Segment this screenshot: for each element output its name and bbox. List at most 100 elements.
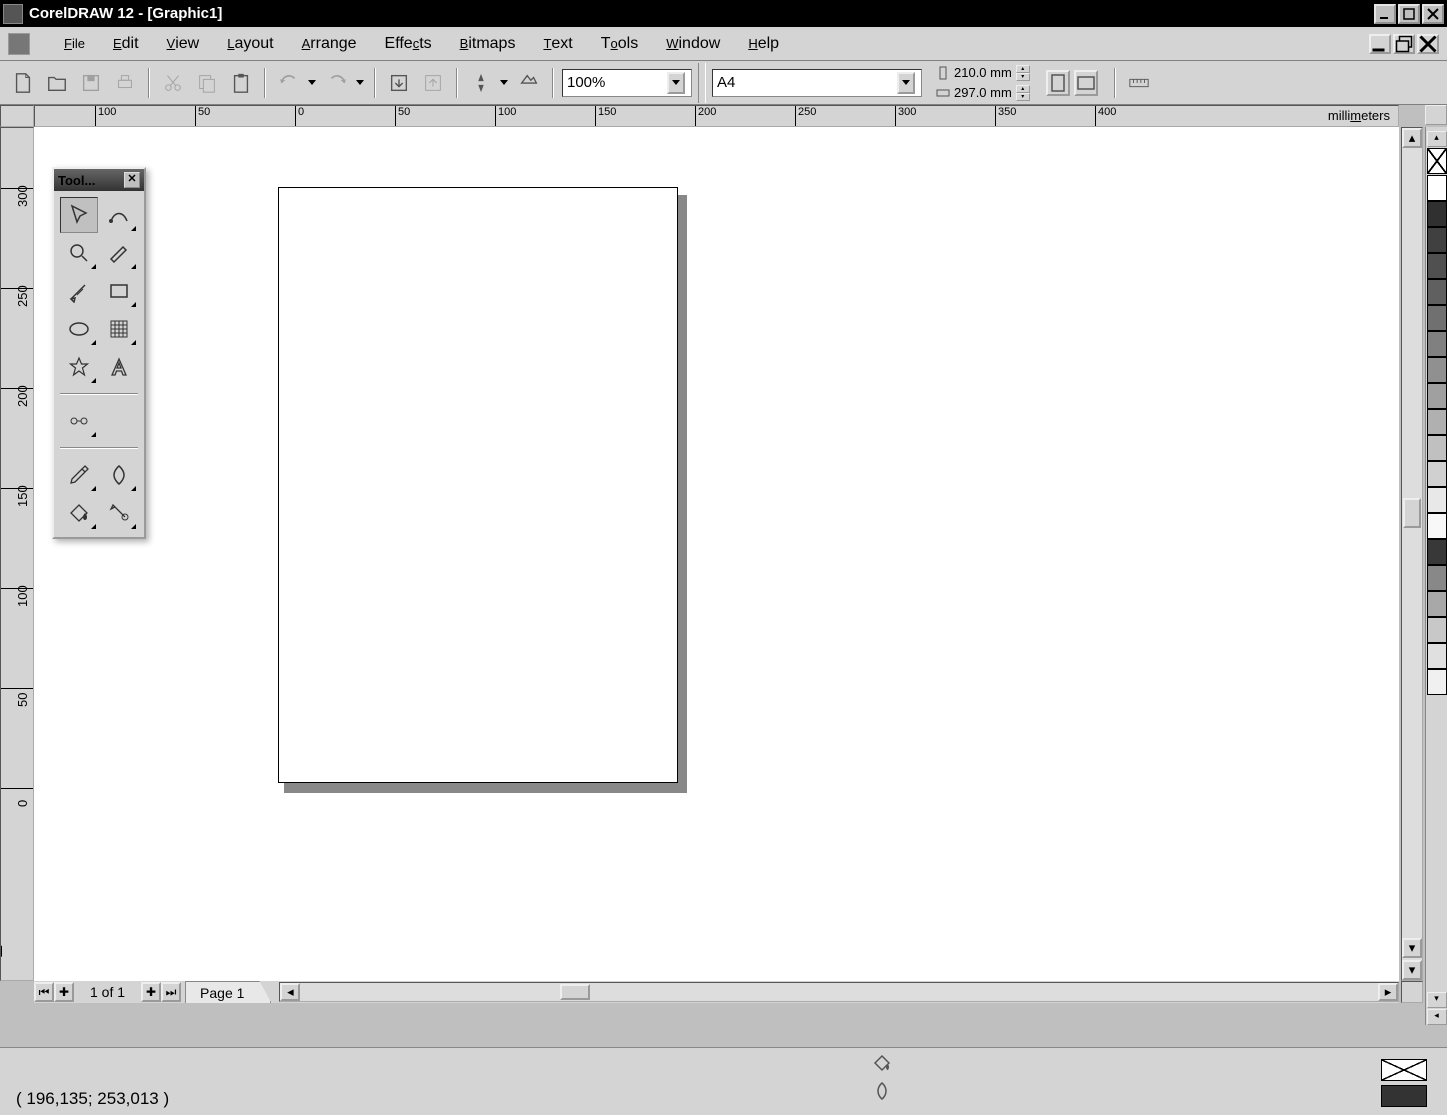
color-swatch[interactable]	[1427, 279, 1447, 305]
menu-arrange[interactable]: Arrange	[288, 31, 371, 57]
undo-dropdown[interactable]	[308, 80, 318, 85]
open-button[interactable]	[42, 68, 72, 98]
undo-button[interactable]	[274, 68, 304, 98]
color-swatch[interactable]	[1427, 305, 1447, 331]
color-swatch[interactable]	[1427, 669, 1447, 695]
mdi-minimize-button[interactable]	[1369, 34, 1391, 54]
color-swatch[interactable]	[1427, 539, 1447, 565]
app-launcher-button[interactable]	[466, 68, 496, 98]
scroll-down-button[interactable]: ▾	[1402, 938, 1422, 958]
color-swatch[interactable]	[1427, 383, 1447, 409]
color-swatch[interactable]	[1427, 591, 1447, 617]
color-swatch[interactable]	[1427, 331, 1447, 357]
scroll-right-button[interactable]: ▸	[1378, 983, 1398, 1001]
first-page-button[interactable]: ⏮	[34, 982, 54, 1002]
scroll-left-button[interactable]: ◂	[280, 983, 300, 1001]
horizontal-ruler[interactable]: 10050050100150200250300350400 millimeter…	[34, 105, 1399, 127]
hscroll-thumb[interactable]	[560, 984, 590, 1000]
save-button[interactable]	[76, 68, 106, 98]
palette-scroll-up[interactable]: ▴	[1427, 131, 1447, 147]
paste-button[interactable]	[226, 68, 256, 98]
color-swatch[interactable]	[1427, 435, 1447, 461]
zoom-combo[interactable]	[562, 69, 692, 97]
app-launcher-dropdown[interactable]	[500, 80, 510, 85]
redo-dropdown[interactable]	[356, 80, 366, 85]
shape-tool[interactable]	[100, 197, 138, 233]
ellipse-tool[interactable]	[60, 311, 98, 347]
portrait-button[interactable]	[1046, 70, 1070, 96]
mdi-close-button[interactable]	[1417, 34, 1439, 54]
toolbox-palette[interactable]: Tool... ✕	[52, 167, 146, 539]
interactive-blend-tool[interactable]	[60, 403, 98, 439]
new-button[interactable]	[8, 68, 38, 98]
color-swatch[interactable]	[1427, 175, 1447, 201]
freehand-tool[interactable]	[100, 235, 138, 271]
import-button[interactable]	[384, 68, 414, 98]
print-button[interactable]	[110, 68, 140, 98]
color-swatch[interactable]	[1427, 227, 1447, 253]
palette-dock-button[interactable]	[1425, 105, 1447, 125]
landscape-button[interactable]	[1074, 70, 1098, 96]
vertical-scrollbar[interactable]: ▴ ▾ ▾	[1401, 127, 1423, 981]
no-color-swatch[interactable]	[1427, 148, 1447, 174]
zoom-dropdown-button[interactable]	[667, 72, 685, 94]
copy-button[interactable]	[192, 68, 222, 98]
corel-online-button[interactable]	[514, 68, 544, 98]
ruler-origin[interactable]	[0, 105, 34, 127]
menu-layout[interactable]: Layout	[213, 31, 287, 57]
basic-shapes-tool[interactable]	[60, 349, 98, 385]
color-swatch[interactable]	[1427, 643, 1447, 669]
color-swatch[interactable]	[1427, 201, 1447, 227]
menu-window[interactable]: Window	[652, 31, 734, 57]
outline-tool[interactable]	[100, 457, 138, 493]
pick-tool[interactable]	[60, 197, 98, 233]
scroll-end-button[interactable]: ▾	[1402, 960, 1422, 980]
menu-text[interactable]: Text	[529, 31, 586, 57]
close-button[interactable]	[1422, 4, 1444, 24]
document-icon[interactable]	[8, 33, 30, 55]
toolbox-titlebar[interactable]: Tool... ✕	[54, 169, 144, 191]
menu-effects[interactable]: Effects	[371, 31, 446, 57]
width-spinner[interactable]: ▴▾	[1016, 65, 1030, 81]
zoom-input[interactable]	[567, 74, 663, 91]
toolbox-close-button[interactable]: ✕	[124, 172, 140, 188]
minimize-button[interactable]	[1374, 4, 1396, 24]
graph-paper-tool[interactable]	[100, 311, 138, 347]
color-swatch[interactable]	[1427, 487, 1447, 513]
zoom-tool[interactable]	[60, 235, 98, 271]
interactive-fill-tool[interactable]	[100, 495, 138, 531]
color-swatch[interactable]	[1427, 409, 1447, 435]
export-button[interactable]	[418, 68, 448, 98]
color-swatch[interactable]	[1427, 253, 1447, 279]
color-swatch[interactable]	[1427, 513, 1447, 539]
menu-edit[interactable]: Edit	[99, 31, 153, 57]
vertical-ruler[interactable]: 300250200150100500	[0, 127, 34, 981]
color-swatch[interactable]	[1427, 461, 1447, 487]
menu-help[interactable]: Help	[734, 31, 793, 57]
scroll-up-button[interactable]: ▴	[1402, 128, 1422, 148]
color-swatch[interactable]	[1427, 565, 1447, 591]
paper-size-combo[interactable]	[712, 69, 922, 97]
last-page-button[interactable]: ⏭	[161, 982, 181, 1002]
color-swatch[interactable]	[1427, 617, 1447, 643]
smart-drawing-tool[interactable]	[60, 273, 98, 309]
units-button[interactable]	[1124, 68, 1154, 98]
menu-view[interactable]: View	[153, 31, 214, 57]
mdi-restore-button[interactable]	[1393, 34, 1415, 54]
fill-tool[interactable]	[60, 495, 98, 531]
horizontal-scrollbar[interactable]: ◂ ▸	[279, 982, 1399, 1002]
vscroll-thumb[interactable]	[1403, 498, 1421, 528]
height-spinner[interactable]: ▴▾	[1016, 85, 1030, 101]
add-page-before-button[interactable]: ✚	[54, 982, 74, 1002]
drawing-canvas[interactable]: Tool... ✕	[34, 127, 1399, 981]
maximize-button[interactable]	[1398, 4, 1420, 24]
status-outline-swatch[interactable]	[1381, 1085, 1427, 1107]
status-fill-swatch[interactable]	[1381, 1059, 1427, 1081]
palette-scroll-down[interactable]: ▾	[1427, 992, 1447, 1008]
menu-tools[interactable]: Tools	[587, 31, 652, 57]
cut-button[interactable]	[158, 68, 188, 98]
palette-flyout-button[interactable]: ◂	[1427, 1009, 1447, 1025]
color-swatch[interactable]	[1427, 357, 1447, 383]
page-tab-1[interactable]: Page 1	[185, 981, 271, 1003]
paper-dropdown-button[interactable]	[897, 72, 915, 94]
